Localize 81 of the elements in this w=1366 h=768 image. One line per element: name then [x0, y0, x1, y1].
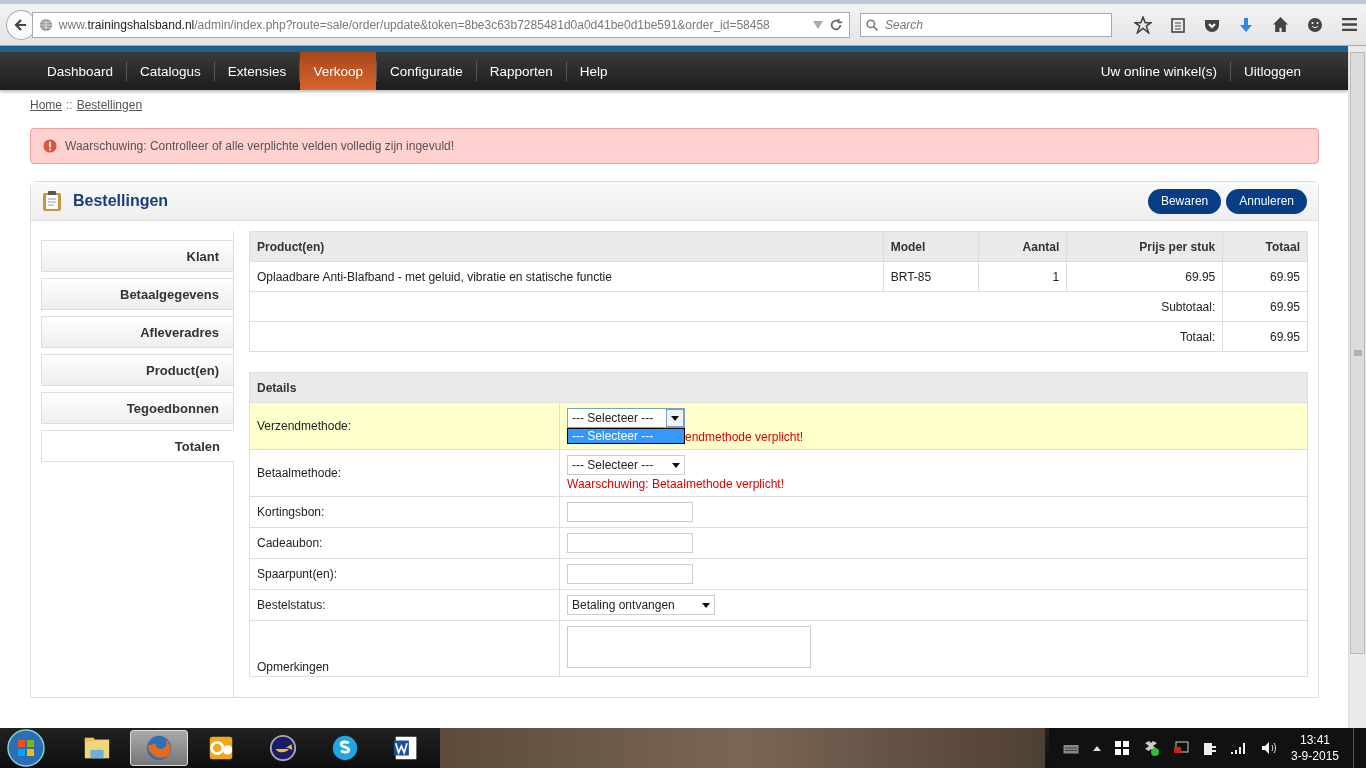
menu-icon[interactable] [1341, 16, 1358, 33]
column-header: Totaal [1222, 231, 1308, 262]
input-field[interactable] [567, 502, 693, 522]
clipboard-icon [42, 190, 62, 212]
start-button[interactable] [6, 728, 46, 768]
section-header: Details [249, 372, 1308, 403]
total-value: 69.95 [1222, 321, 1308, 352]
column-header: Aantal [978, 231, 1067, 262]
field-label: Bestelstatus: [249, 589, 560, 621]
clock-time[interactable]: 13:41 [1299, 732, 1330, 748]
field-label: Verzendmethode: [249, 402, 560, 450]
download-icon[interactable] [1238, 16, 1254, 33]
screen-icon[interactable] [1172, 741, 1189, 755]
select-dropdown[interactable]: Betaling ontvangen [567, 595, 715, 615]
volume-icon[interactable] [1260, 740, 1277, 756]
table-cell: Oplaadbare Anti-Blafband - met geluid, vibratie en statische functie [249, 261, 884, 292]
breadcrumb-link[interactable]: Bestellingen [76, 98, 143, 114]
side-tab[interactable]: Betaalgegevens [41, 278, 233, 310]
smiley-icon[interactable] [1307, 16, 1323, 33]
action-button[interactable]: Bewaren [1147, 188, 1222, 214]
table-cell: 69.95 [1222, 261, 1308, 292]
menu-item[interactable]: Uw online winkel(s) [1087, 52, 1230, 90]
input-field[interactable] [567, 564, 693, 584]
error-message: Waarschuwing: Betaalmethode verplicht! [567, 477, 784, 491]
side-tab[interactable]: Product(en) [41, 354, 233, 386]
keyboard-icon[interactable] [1062, 742, 1079, 754]
menu-item[interactable]: Extensies [214, 52, 300, 90]
clipboard-icon[interactable] [1170, 16, 1186, 33]
back-arrow-icon [12, 16, 29, 33]
field-label: Spaarpunt(en): [249, 558, 560, 590]
total-value: 69.95 [1222, 291, 1308, 322]
breadcrumb-separator: :: [66, 98, 73, 114]
side-tab[interactable]: Tegoedbonnen [41, 392, 233, 424]
breadcrumb-link[interactable]: Home [30, 98, 62, 114]
caret-icon [671, 415, 679, 421]
clock-date[interactable]: 3-9-2015 [1290, 748, 1339, 764]
total-label: Subtotaal: [249, 291, 1223, 322]
up-caret-icon[interactable] [1092, 745, 1101, 751]
globe-icon [38, 17, 53, 32]
select-dropdown[interactable]: --- Selecteer --- [567, 408, 685, 428]
signal-icon[interactable] [1230, 742, 1247, 754]
caret-icon [702, 602, 710, 608]
field-label: Cadeaubon: [249, 527, 560, 559]
windows-logo-icon[interactable] [1114, 741, 1129, 755]
scrollbar[interactable] [1348, 46, 1366, 728]
column-header: Prijs per stuk [1066, 231, 1223, 262]
error-message: endmethode verplicht! [685, 430, 804, 444]
menu-item[interactable]: Help [566, 52, 621, 90]
warning-message: Waarschuwing: Controlleer of alle verplichte velden volledig zijn ingevuld! [65, 139, 455, 153]
panel-title: Bestellingen [73, 192, 169, 210]
side-tab[interactable]: Klant [41, 240, 233, 272]
column-header: Model [883, 231, 979, 262]
home-icon[interactable] [1272, 16, 1289, 33]
fox-globe-icon[interactable] [130, 730, 188, 766]
table-cell: 69.95 [1066, 261, 1223, 292]
grip-icon [1353, 350, 1362, 356]
menu-item[interactable]: Configuratie [376, 52, 476, 90]
side-tab[interactable]: Totalen [41, 430, 234, 462]
action-button[interactable]: Annuleren [1226, 188, 1307, 214]
field-label: Opmerkingen [249, 620, 560, 677]
side-tab[interactable]: Afleveradres [41, 316, 233, 348]
column-header: Product(en) [249, 231, 884, 262]
power-plug-icon[interactable] [1202, 740, 1217, 756]
star-icon[interactable] [1134, 15, 1152, 34]
caret-icon [672, 462, 680, 468]
field-label: Betaalmethode: [249, 449, 560, 497]
table-cell: BRT-85 [883, 261, 979, 292]
field-label: Kortingsbon: [249, 496, 560, 528]
menu-item[interactable]: Uitloggen [1230, 52, 1314, 90]
search-field[interactable]: Search [860, 12, 1112, 37]
menu-item[interactable]: Verkoop [300, 52, 376, 90]
menu-item[interactable]: Rapporten [476, 52, 566, 90]
warning-icon [43, 139, 57, 153]
reload-icon[interactable] [829, 17, 843, 32]
menu-item[interactable]: Dashboard [34, 52, 127, 90]
menu-item[interactable]: Catalogus [127, 52, 214, 90]
address-bar[interactable]: www.trainingshalsband.nl/admin/index.php?route=sale/order/update&token=8be3c63b7285481d0a0d41be0d1be591&order_id=58458 [31, 11, 850, 38]
input-field[interactable] [567, 533, 693, 553]
total-label: Totaal: [249, 321, 1223, 352]
select-dropdown[interactable]: --- Selecteer --- [567, 455, 685, 475]
table-cell: 1 [978, 261, 1067, 292]
